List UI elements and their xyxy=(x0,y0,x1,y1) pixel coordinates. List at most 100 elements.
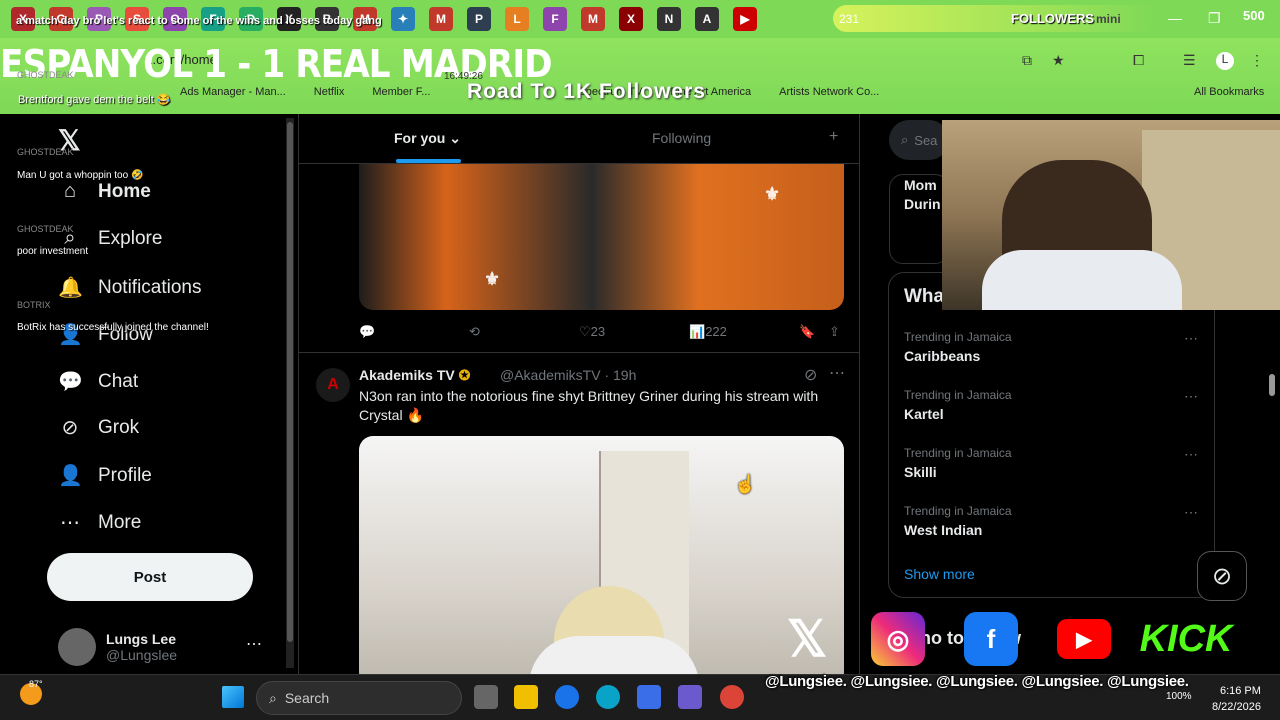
kick-logo: KICK xyxy=(1139,617,1233,660)
battery-level: 100% xyxy=(1166,691,1192,702)
account-switcher[interactable]: Lungs Lee @Lungslee ⋯ xyxy=(58,628,262,666)
browser-tab[interactable]: X xyxy=(619,7,643,31)
follower-count: 231 xyxy=(839,11,860,26)
x-logo-icon: 𝕏 xyxy=(786,611,828,667)
more-icon[interactable]: ⋯ xyxy=(1184,330,1198,347)
video-frame-hoodie xyxy=(529,636,699,674)
chat-message: Man U got a whoppin too 🤣 xyxy=(17,170,144,181)
trend-item[interactable]: Trending in Jamaica Caribbeans ⋯ xyxy=(904,330,1204,364)
puzzle-icon[interactable]: ⧠ xyxy=(1133,52,1144,69)
crest-icon: ⚜ xyxy=(764,184,781,204)
bookmark-item[interactable]: Artists Network Co... xyxy=(779,86,879,98)
chat-icon: 💬 xyxy=(58,371,83,393)
post-media-image[interactable]: ⚜ ⚜ xyxy=(359,164,844,310)
more-icon[interactable]: ⋯ xyxy=(1184,446,1198,463)
minimize-button[interactable]: — xyxy=(1168,10,1182,26)
repost-icon[interactable]: ⟲ xyxy=(469,324,480,340)
more-icon[interactable]: ⋯ xyxy=(829,363,845,383)
show-more-link[interactable]: Show more xyxy=(904,566,975,582)
trends-card xyxy=(888,272,1215,598)
nav-grok[interactable]: ⊘ Grok xyxy=(58,415,140,440)
sidebar-scrollbar[interactable] xyxy=(286,118,294,668)
crest-icon: ⚜ xyxy=(484,269,501,289)
browser-tab[interactable]: L xyxy=(505,7,529,31)
avatar[interactable]: A xyxy=(316,368,350,402)
grok-fab-button[interactable]: ⊘ xyxy=(1197,551,1247,601)
grok-icon[interactable]: ⊘ xyxy=(804,365,817,385)
trend-item[interactable]: Trending in Jamaica Kartel ⋯ xyxy=(904,388,1204,422)
streamer-shirt xyxy=(982,250,1182,310)
chrome-icon[interactable] xyxy=(720,685,744,709)
feed-tabs: For you ⌄ Following + xyxy=(299,114,859,164)
post-video[interactable]: ☝ xyxy=(359,436,844,674)
task-view-icon[interactable] xyxy=(474,685,498,709)
nav-chat[interactable]: 💬 Chat xyxy=(58,369,138,394)
chat-username: BOTRIX xyxy=(17,300,51,310)
more-icon[interactable]: ⋯ xyxy=(1184,388,1198,405)
all-bookmarks-button[interactable]: All Bookmarks xyxy=(1194,86,1264,98)
nav-home[interactable]: ⌂ Home xyxy=(58,180,151,203)
cursor-hand-icon: ☝ xyxy=(734,474,757,494)
search-icon: ⌕ xyxy=(901,132,909,147)
extensions-icon[interactable]: ⧉ xyxy=(1022,52,1032,69)
follower-mini: mini xyxy=(1096,11,1121,26)
reply-icon[interactable]: 💬 xyxy=(359,324,375,340)
browser-tab[interactable]: M xyxy=(581,7,605,31)
browser-tab[interactable]: F xyxy=(543,7,567,31)
share-icon[interactable]: ⇪ xyxy=(829,324,840,340)
add-feed-icon[interactable]: + xyxy=(829,128,838,146)
nav-profile[interactable]: 👤 Profile xyxy=(58,463,152,488)
more-icon[interactable]: ⋯ xyxy=(1184,504,1198,521)
help-icon[interactable] xyxy=(555,685,579,709)
social-handles-overlay: @Lungsiee. @Lungsiee. @Lungsiee. @Lungsi… xyxy=(765,673,1189,690)
browser-tab[interactable]: A xyxy=(695,7,719,31)
bookmark-item[interactable]: Netflix xyxy=(314,86,345,98)
post-button[interactable]: Post xyxy=(47,553,253,601)
store-icon[interactable] xyxy=(637,685,661,709)
trends-heading: Wha xyxy=(904,286,945,307)
bookmark-item[interactable]: Ads Manager - Man... xyxy=(180,86,286,98)
bookmark-item[interactable]: Member F... xyxy=(372,86,430,98)
reading-list-icon[interactable]: ☰ xyxy=(1183,52,1196,69)
chrome-menu-icon[interactable]: ⋮ xyxy=(1250,52,1264,69)
bookmark-star-icon[interactable]: ★ xyxy=(1052,52,1065,69)
search-icon: ⌕ xyxy=(269,689,277,706)
taskbar-search[interactable]: ⌕ Search xyxy=(256,681,462,715)
like-button[interactable]: ♡ 23 xyxy=(579,324,605,340)
browser-tab[interactable]: P xyxy=(467,7,491,31)
follower-goal-label: FOLLOWERS xyxy=(1011,11,1095,26)
weather-temp: 87° xyxy=(29,679,43,689)
browser-tab[interactable]: ✦ xyxy=(391,7,415,31)
home-icon: ⌂ xyxy=(63,180,77,202)
tweet-post[interactable]: A Akademiks TV ✪ @AkademiksTV · 19h ⊘ ⋯ … xyxy=(299,352,859,674)
windows-start-icon[interactable] xyxy=(222,686,244,708)
more-icon[interactable]: ⋯ xyxy=(246,634,262,654)
follower-goal-target: 500 xyxy=(1243,8,1265,23)
post-author-name[interactable]: Akademiks TV ✪ xyxy=(359,367,470,384)
views-count[interactable]: 📊 222 xyxy=(689,324,727,340)
trend-item[interactable]: Trending in Jamaica Skilli ⋯ xyxy=(904,446,1204,480)
browser-tab[interactable]: ▶ xyxy=(733,7,757,31)
trend-item[interactable]: Trending in Jamaica West Indian ⋯ xyxy=(904,504,1204,538)
nav-notifications[interactable]: 🔔 Notifications xyxy=(58,275,202,300)
tab-following[interactable]: Following xyxy=(652,130,711,146)
copilot-icon[interactable] xyxy=(678,685,702,709)
profile-avatar-icon[interactable]: L xyxy=(1216,52,1234,70)
edge-icon[interactable] xyxy=(596,685,620,709)
search-input[interactable]: ⌕ Sea xyxy=(889,120,949,160)
tab-for-you[interactable]: For you ⌄ xyxy=(394,130,461,147)
webcam-overlay xyxy=(942,120,1280,310)
bookmark-icon[interactable]: 🔖 xyxy=(799,324,815,340)
youtube-icon: ▶ xyxy=(1057,612,1111,666)
grok-icon: ⊘ xyxy=(61,417,79,439)
chat-username: GHOSTDEAK xyxy=(17,147,74,157)
browser-tab[interactable]: N xyxy=(657,7,681,31)
file-explorer-icon[interactable] xyxy=(514,685,538,709)
post-author-handle-time: @AkademiksTV · 19h xyxy=(500,367,637,383)
restore-button[interactable]: ❐ xyxy=(1208,10,1221,27)
chat-username: GHOSTDEAK xyxy=(17,70,74,80)
chat-message: poor investment xyxy=(17,246,89,257)
browser-tab[interactable]: M xyxy=(429,7,453,31)
nav-more[interactable]: ⋯ More xyxy=(58,510,141,535)
system-clock[interactable]: 6:16 PM 8/22/2026 xyxy=(1212,683,1261,715)
